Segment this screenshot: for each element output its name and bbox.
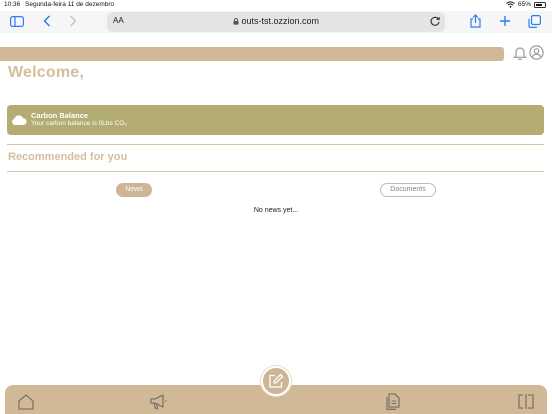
divider [7,171,544,172]
reload-icon[interactable] [429,15,441,27]
share-icon[interactable] [468,14,482,28]
welcome-heading: Welcome, [8,64,84,81]
documents-icon[interactable] [384,393,402,410]
empty-news-message: No news yet... [253,207,299,214]
home-icon[interactable] [17,393,35,410]
status-right: 65% [506,1,546,8]
battery-percent: 65% [517,1,531,8]
lock-icon [233,17,239,25]
browser-toolbar: AA outs-tst.ozzion.com [0,11,552,33]
header-band [0,47,504,61]
url-label: outs-tst.ozzion.com [241,16,320,26]
sidebar-icon[interactable] [10,14,24,28]
megaphone-icon[interactable] [149,393,167,410]
wifi-icon [506,1,515,8]
carbon-balance-card[interactable]: Carbon Balance Your carbon balance is 0L… [7,105,544,135]
address-bar[interactable]: AA outs-tst.ozzion.com [107,12,445,32]
battery-icon [534,1,546,8]
tab-news[interactable]: News [116,183,152,197]
carbon-subtitle: Your carbon balance is 0Lbs CO₂ [31,120,127,127]
tab-documents[interactable]: Documents [380,183,436,197]
divider [7,144,544,145]
edit-icon [269,373,284,388]
carbon-title: Carbon Balance [31,111,89,120]
url-text: outs-tst.ozzion.com [107,16,445,26]
compose-button[interactable] [261,366,291,396]
user-icon[interactable] [529,45,544,60]
status-time: 10:36 [4,1,21,8]
status-date: Segunda-feira 11 de dezembro [25,1,115,8]
status-bar: 10:36 Segunda-feira 11 de dezembro 65% [0,0,552,11]
back-icon[interactable] [40,14,54,28]
exit-icon[interactable] [517,393,535,410]
recommended-heading: Recommended for you [8,151,128,163]
tabs-icon[interactable] [527,14,541,28]
cloud-icon [12,115,27,125]
forward-icon[interactable] [66,14,80,28]
new-tab-icon[interactable] [498,14,512,28]
bell-icon[interactable] [513,45,527,60]
